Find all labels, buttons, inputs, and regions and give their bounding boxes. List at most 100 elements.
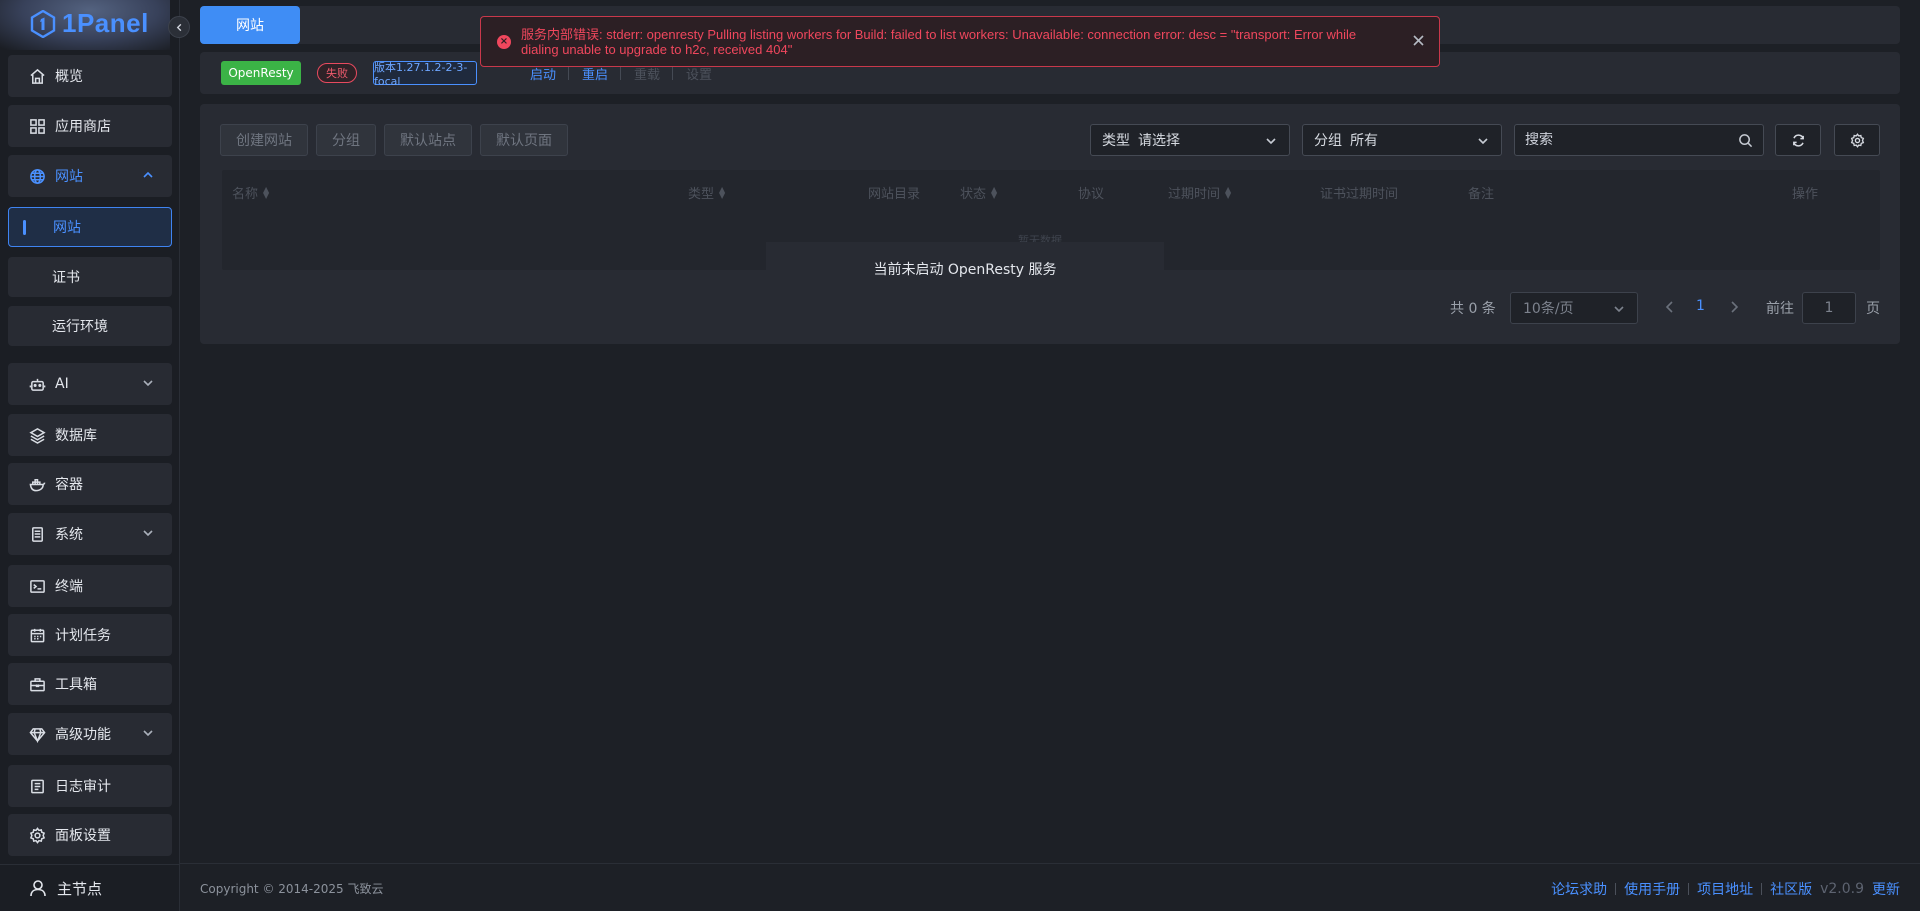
sidebar-item-system[interactable]: 系统 [8, 513, 172, 555]
gear-icon [1850, 132, 1864, 148]
manual-link[interactable]: 使用手册 [1624, 879, 1680, 899]
robot-icon [28, 375, 46, 393]
column-header-protocol: 协议 [1078, 183, 1104, 202]
column-header-status[interactable]: 状态 ▲ ▼ [960, 183, 997, 202]
column-label: 协议 [1078, 187, 1105, 202]
refresh-button[interactable] [1775, 124, 1821, 156]
sidebar-item-label: 高级功能 [55, 727, 111, 743]
create-site-button[interactable]: 创建网站 [220, 124, 308, 156]
collapse-sidebar-button[interactable] [168, 16, 190, 38]
divider [1761, 883, 1763, 895]
type-select[interactable]: 类型 请选择 [1090, 124, 1290, 156]
divider [672, 66, 673, 80]
sidebar-item-audit-log[interactable]: 日志审计 [8, 765, 172, 807]
column-header-remark: 备注 [1468, 183, 1494, 202]
sidebar-item-label: AI [55, 376, 69, 392]
sidebar-item-label: 计划任务 [55, 628, 111, 644]
column-header-expire[interactable]: 过期时间 ▲ ▼ [1168, 183, 1231, 202]
grid-icon [28, 117, 46, 135]
prev-page-button[interactable] [1664, 300, 1676, 318]
divider [1688, 883, 1690, 895]
column-label: 操作 [1792, 187, 1819, 202]
user-icon [30, 880, 46, 897]
error-toast: × 服务内部错误: stderr: openresty Pulling list… [480, 16, 1440, 67]
sidebar-item-panel-settings[interactable]: 面板设置 [8, 814, 172, 856]
column-label: 状态 [960, 187, 987, 202]
goto-page-input[interactable]: 1 [1802, 292, 1856, 324]
column-header-site-dir: 网站目录 [868, 183, 920, 202]
update-link[interactable]: 更新 [1872, 879, 1900, 899]
sidebar-subitem-certificates[interactable]: 证书 [8, 257, 172, 297]
tab-websites[interactable]: 网站 [200, 6, 300, 44]
1panel-logo-icon [30, 9, 56, 38]
search-icon[interactable] [1738, 133, 1753, 152]
type-select-label: 类型 [1102, 133, 1130, 149]
sidebar-item-label: 日志审计 [55, 779, 111, 795]
pagination-total: 共 0 条 [1450, 301, 1496, 317]
footer-links: 论坛求助 使用手册 项目地址 社区版 v2.0.9 更新 [1551, 879, 1900, 899]
error-icon: × [497, 35, 511, 49]
table-settings-button[interactable] [1834, 124, 1880, 156]
default-page-button[interactable]: 默认页面 [480, 124, 568, 156]
column-label: 证书过期时间 [1320, 187, 1399, 202]
edition-link[interactable]: 社区版 [1770, 879, 1812, 899]
diamond-icon [28, 725, 46, 743]
forum-link[interactable]: 论坛求助 [1551, 879, 1607, 899]
node-switcher[interactable]: 主节点 [0, 864, 180, 911]
chevron-down-icon [142, 527, 154, 539]
project-link[interactable]: 项目地址 [1697, 879, 1753, 899]
sidebar-item-database[interactable]: 数据库 [8, 414, 172, 456]
column-label: 类型 [688, 187, 715, 202]
chevron-down-icon [1477, 135, 1489, 151]
sidebar-subitem-runtime[interactable]: 运行环境 [8, 306, 172, 346]
sidebar-item-ai[interactable]: AI [8, 363, 172, 405]
column-label: 备注 [1468, 187, 1495, 202]
column-label: 网站目录 [868, 187, 921, 202]
page-number[interactable]: 1 [1696, 298, 1705, 314]
close-toast-button[interactable] [1412, 34, 1425, 51]
layers-icon [28, 426, 46, 444]
next-page-button[interactable] [1728, 300, 1740, 318]
sidebar-item-label: 网站 [55, 169, 83, 185]
group-button[interactable]: 分组 [316, 124, 376, 156]
sort-icon: ▲ ▼ [1225, 184, 1232, 200]
terminal-icon [28, 577, 46, 595]
column-header-actions: 操作 [1792, 183, 1818, 202]
docker-icon [28, 475, 46, 493]
close-icon [1413, 35, 1424, 46]
sidebar-item-label: 数据库 [55, 428, 97, 444]
sidebar-item-toolbox[interactable]: 工具箱 [8, 663, 172, 705]
sidebar-item-label: 工具箱 [55, 677, 97, 693]
chevron-left-icon [176, 23, 181, 31]
status-badge: 失败 [317, 63, 357, 83]
sort-icon: ▲ ▼ [719, 184, 726, 200]
page-size-select[interactable]: 10条/页 [1510, 292, 1638, 324]
logo[interactable]: 1Panel [30, 8, 149, 39]
sidebar-subitem-label: 运行环境 [52, 319, 108, 335]
sidebar-item-container[interactable]: 容器 [8, 463, 172, 505]
sidebar-item-advanced[interactable]: 高级功能 [8, 713, 172, 755]
sidebar-item-websites[interactable]: 网站 [8, 155, 172, 197]
sidebar-item-label: 系统 [55, 527, 83, 543]
group-select-value: 所有 [1350, 133, 1378, 149]
column-header-name[interactable]: 名称 ▲ ▼ [232, 183, 269, 202]
search-input[interactable] [1525, 132, 1725, 148]
default-site-button[interactable]: 默认站点 [384, 124, 472, 156]
group-select[interactable]: 分组 所有 [1302, 124, 1502, 156]
sidebar-item-terminal[interactable]: 终端 [8, 565, 172, 607]
chevron-down-icon [142, 727, 154, 739]
sidebar-item-overview[interactable]: 概览 [8, 55, 172, 97]
type-select-value: 请选择 [1138, 133, 1180, 149]
calendar-icon [28, 626, 46, 644]
version-tag: 版本1.27.1.2-2-3-focal [373, 61, 477, 88]
sidebar-subitem-websites[interactable]: 网站 [8, 207, 172, 247]
server-icon [28, 525, 46, 543]
sidebar-subitem-label: 网站 [53, 220, 81, 236]
sidebar-item-cron[interactable]: 计划任务 [8, 614, 172, 656]
chevron-down-icon [1265, 135, 1277, 151]
sort-icon: ▲ ▼ [991, 184, 998, 200]
sidebar-item-app-store[interactable]: 应用商店 [8, 105, 172, 147]
column-header-type[interactable]: 类型 ▲ ▼ [688, 183, 725, 202]
sidebar-item-label: 应用商店 [55, 119, 111, 135]
divider [1615, 883, 1617, 895]
